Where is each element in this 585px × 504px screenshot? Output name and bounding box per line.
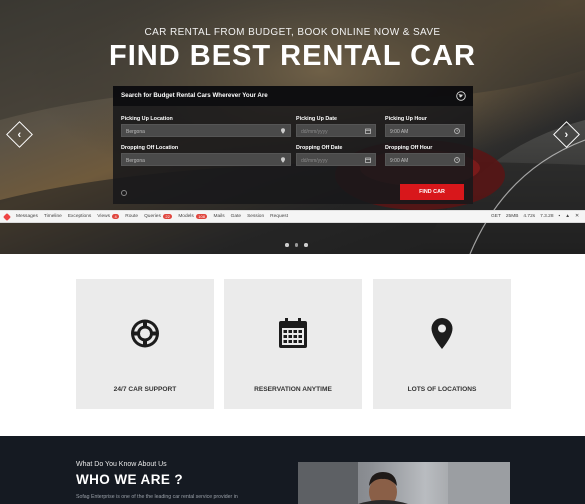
dropoff-hour-value: 9:00 AM (390, 157, 409, 164)
request-time: 4.72s (523, 214, 536, 219)
debugbar-tab-mails[interactable]: Mails (213, 214, 224, 219)
feature-label: LOTS OF LOCATIONS (407, 386, 477, 393)
debugbar-tab-label: Models (178, 214, 194, 219)
dropoff-date-placeholder: dd/mm/yyyy (301, 157, 328, 164)
hero-slider: CAR RENTAL FROM BUDGET, BOOK ONLINE NOW … (0, 0, 585, 254)
dropoff-location-label: Dropping Off Location (121, 145, 179, 151)
debugbar-stats: GET 25MB 4.72s 7.3.28 ▪ ▲ ✕ (486, 214, 585, 219)
features-section: 24/7 CAR SUPPORT RESERVATION ANYTIME LOT… (0, 254, 585, 436)
feature-card-reservation: RESERVATION ANYTIME (224, 279, 362, 409)
debugbar-tab-label: Views (97, 214, 111, 219)
request-method: GET (491, 214, 501, 219)
carousel-dot[interactable] (304, 243, 308, 247)
feature-card-locations: LOTS OF LOCATIONS (373, 279, 511, 409)
carousel-dot[interactable] (285, 243, 289, 247)
debugbar-tab-route[interactable]: Route (125, 214, 138, 219)
debugbar-tab-label: Session (247, 214, 265, 219)
location-pin-icon (281, 157, 285, 163)
calendar-icon (365, 128, 371, 134)
calendar-icon (279, 318, 307, 348)
chevron-up-icon[interactable]: ▲ (565, 214, 570, 219)
debugbar-tab-label: Route (125, 214, 139, 219)
clock-icon (454, 157, 460, 163)
debugbar-tab-messages[interactable]: Messages (16, 214, 38, 219)
about-photo (298, 462, 510, 504)
pickup-hour-field[interactable]: 9:00 AM (385, 124, 465, 137)
debugbar-tab-label: Timeline (43, 214, 62, 219)
chevron-right-icon: › (564, 128, 569, 141)
debugbar-tab-queries[interactable]: Queries 22 (144, 213, 173, 220)
dropoff-location-field[interactable]: Bergona (121, 153, 291, 166)
pickup-date-field[interactable]: dd/mm/yyyy (296, 124, 376, 137)
count-badge: 108 (195, 213, 208, 220)
debugbar-tab-exceptions[interactable]: Exceptions (68, 214, 91, 219)
dropoff-location-value: Bergona (126, 157, 145, 164)
driver-photo-image (298, 462, 510, 504)
debugbar-tab-request[interactable]: Request (270, 214, 288, 219)
debugbar-logo-icon (3, 212, 11, 221)
pickup-location-label: Picking Up Location (121, 116, 173, 122)
lifebuoy-icon (131, 319, 159, 348)
debugbar-tab-session[interactable]: Session (247, 214, 264, 219)
about-title: WHO WE ARE ? (76, 472, 184, 487)
dropoff-date-label: Dropping Off Date (296, 145, 343, 151)
count-badge: 22 (162, 213, 173, 220)
close-icon[interactable]: ✕ (575, 214, 579, 219)
debugbar-tab-gate[interactable]: Gate (231, 214, 241, 219)
pickup-location-field[interactable]: Bergona (121, 124, 291, 137)
feature-card-support: 24/7 CAR SUPPORT (76, 279, 214, 409)
debugbar-tab-views[interactable]: Views 4 (97, 213, 120, 220)
pickup-hour-value: 9:00 AM (390, 128, 409, 135)
count-badge: 4 (112, 213, 120, 220)
globe-icon (456, 91, 466, 101)
find-car-button[interactable]: FIND CAR (400, 184, 464, 200)
dropoff-date-field[interactable]: dd/mm/yyyy (296, 153, 376, 166)
debugbar-tab-models[interactable]: Models 108 (178, 213, 208, 220)
car-search-form: Search for Budget Rental Cars Wherever Y… (113, 86, 473, 204)
debug-toolbar: Messages Timeline Exceptions Views 4 Rout… (0, 210, 585, 223)
php-version: 7.3.28 (540, 214, 554, 219)
folder-icon[interactable]: ▪ (559, 214, 561, 219)
dropoff-hour-label: Dropping Off Hour (385, 145, 433, 151)
debugbar-tab-label: Request (270, 214, 289, 219)
location-pin-icon (281, 128, 285, 134)
chevron-left-icon: ‹ (17, 128, 22, 141)
page: CAR RENTAL FROM BUDGET, BOOK ONLINE NOW … (0, 0, 585, 504)
search-form-heading-text: Search for Budget Rental Cars Wherever Y… (121, 92, 268, 99)
hero-title: FIND BEST RENTAL CAR (109, 40, 476, 72)
debugbar-tab-label: Mails (213, 214, 225, 219)
pickup-date-label: Picking Up Date (296, 116, 338, 122)
debugbar-tab-label: Gate (230, 214, 242, 219)
debugbar-tab-timeline[interactable]: Timeline (44, 214, 62, 219)
carousel-dots (285, 243, 308, 247)
about-kicker: What Do You Know About Us (76, 461, 167, 468)
memory-usage: 25MB (505, 214, 519, 219)
pickup-date-placeholder: dd/mm/yyyy (301, 128, 328, 135)
about-text: Sofag Enterprise is one of the the leadi… (76, 494, 238, 500)
map-pin-icon (431, 318, 453, 349)
pickup-location-value: Bergona (126, 128, 145, 135)
gear-icon[interactable] (121, 190, 127, 196)
carousel-dot[interactable] (294, 243, 298, 247)
debugbar-tab-label: Messages (16, 214, 38, 219)
search-form-heading: Search for Budget Rental Cars Wherever Y… (113, 86, 473, 106)
calendar-icon (365, 157, 371, 163)
feature-label: RESERVATION ANYTIME (254, 386, 332, 393)
about-section: What Do You Know About Us WHO WE ARE ? S… (0, 436, 585, 504)
debugbar-tab-label: Queries (144, 214, 161, 219)
pickup-hour-label: Picking Up Hour (385, 116, 427, 122)
dropoff-hour-field[interactable]: 9:00 AM (385, 153, 465, 166)
hero-subtitle: CAR RENTAL FROM BUDGET, BOOK ONLINE NOW … (144, 27, 441, 38)
feature-label: 24/7 CAR SUPPORT (113, 386, 177, 393)
clock-icon (454, 128, 460, 134)
debugbar-tab-label: Exceptions (67, 214, 92, 219)
